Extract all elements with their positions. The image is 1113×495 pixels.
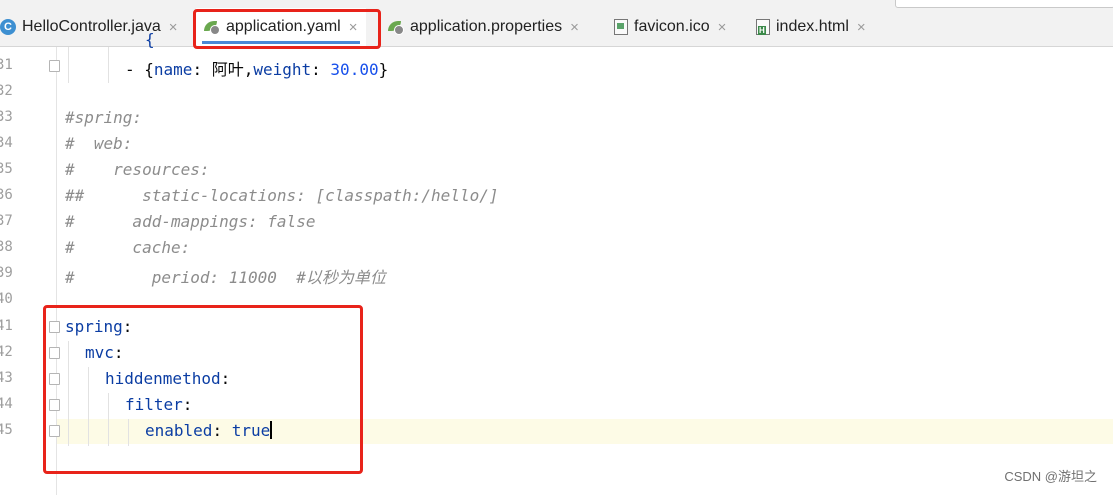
line-number: 33 (0, 109, 13, 125)
line-number: 35 (0, 161, 13, 177)
code-line-37: # add-mappings: false (65, 212, 316, 231)
highlight-box-tab (193, 9, 381, 49)
line-number: 43 (0, 370, 13, 386)
yaml-comma: , (243, 60, 254, 79)
fold-marker-icon[interactable] (49, 60, 60, 72)
top-toolbar-strip (0, 0, 1113, 8)
code-line-34: # web: (65, 134, 133, 153)
watermark: CSDN @游坦之 (1004, 469, 1097, 484)
spring-config-icon (388, 19, 404, 35)
code-line-31: - {name: 阿叶,weight: 30.00} (125, 56, 388, 80)
yaml-number: 30.00 (330, 60, 379, 79)
search-field-partial[interactable] (895, 0, 1113, 8)
tab-label: application.properties (410, 18, 563, 35)
yaml-key: name (153, 60, 193, 79)
tab-favicon[interactable]: favicon.ico × (614, 8, 726, 46)
line-number: 39 (0, 265, 13, 281)
highlight-box-code (43, 305, 363, 474)
html-file-icon (756, 19, 770, 35)
line-number: 41 (0, 318, 13, 334)
yaml-colon: : (311, 60, 331, 79)
yaml-list-dash: - { (125, 60, 154, 79)
yaml-key: weight (253, 60, 312, 79)
line-number: 38 (0, 239, 13, 255)
close-icon[interactable]: × (857, 19, 866, 36)
line-number: 40 (0, 291, 13, 307)
line-number: 45 (0, 422, 13, 438)
yaml-brace: } (378, 60, 389, 79)
tab-label: favicon.ico (634, 18, 710, 35)
indent-guide (108, 47, 109, 83)
line-number: 44 (0, 396, 13, 412)
line-number: 31 (0, 57, 13, 73)
tab-label: index.html (776, 18, 849, 35)
image-file-icon (614, 19, 628, 35)
indent-guide (68, 47, 69, 83)
code-line-38: # cache: (65, 238, 191, 257)
tab-application-properties[interactable]: application.properties × (388, 8, 579, 46)
java-class-icon: C (0, 19, 16, 35)
yaml-colon: : (192, 60, 212, 79)
code-line-39: # period: 11000 #以秒为单位 (65, 268, 386, 287)
close-icon[interactable]: × (169, 19, 178, 36)
close-icon[interactable]: × (718, 19, 727, 36)
line-number: 42 (0, 344, 13, 360)
editor-tab-bar: C HelloController.java × application.yam… (0, 8, 1113, 47)
line-number: 36 (0, 187, 13, 203)
tab-index-html[interactable]: index.html × (756, 8, 866, 46)
line-number: 34 (0, 135, 13, 151)
close-icon[interactable]: × (570, 19, 579, 36)
line-number: 37 (0, 213, 13, 229)
tab-label: HelloController.java (22, 18, 161, 35)
code-line-33: #spring: (65, 108, 143, 127)
code-line-35: # resources: (65, 160, 210, 179)
yaml-value: 阿叶 (211, 60, 244, 79)
code-line-partial: { (145, 30, 155, 49)
code-line-36: ## static-locations: [classpath:/hello/] (65, 186, 499, 205)
line-number: 32 (0, 83, 13, 99)
